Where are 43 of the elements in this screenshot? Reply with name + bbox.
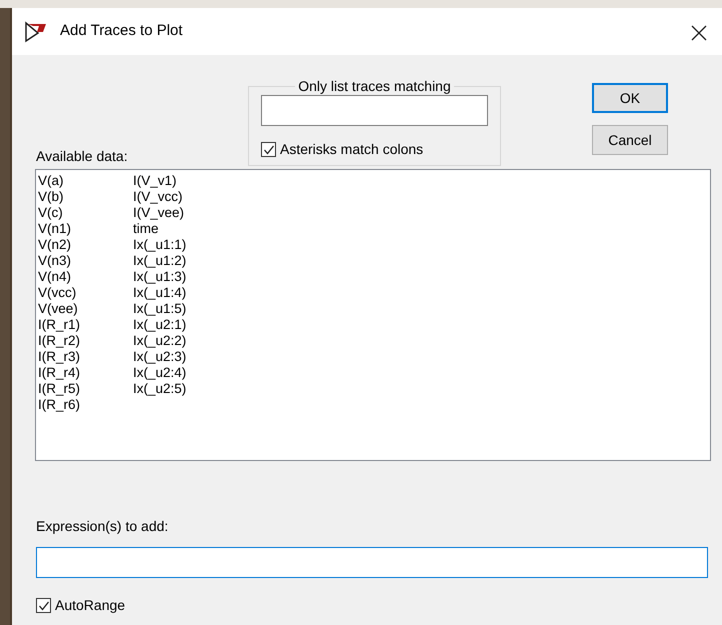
expression-label: Expression(s) to add: bbox=[36, 517, 168, 536]
list-item[interactable]: V(b) bbox=[38, 189, 64, 205]
list-item[interactable]: Ix(_u2:2) bbox=[133, 333, 186, 349]
list-item[interactable]: Ix(_u1:1) bbox=[133, 237, 186, 253]
list-item[interactable]: V(vee) bbox=[38, 301, 78, 317]
list-item[interactable]: Ix(_u1:5) bbox=[133, 301, 186, 317]
list-item[interactable]: V(n1) bbox=[38, 221, 72, 237]
list-item[interactable]: V(n2) bbox=[38, 237, 72, 253]
list-item[interactable]: V(vcc) bbox=[38, 285, 76, 301]
dialog-button[interactable]: Cancel bbox=[592, 125, 668, 155]
close-icon bbox=[691, 24, 707, 41]
filter-field[interactable] bbox=[261, 95, 488, 126]
list-item[interactable]: time bbox=[133, 221, 159, 237]
list-item[interactable]: I(R_r1) bbox=[38, 317, 80, 333]
expression-field[interactable] bbox=[36, 547, 708, 578]
list-item[interactable]: I(R_r2) bbox=[38, 333, 80, 349]
list-item[interactable]: Ix(_u1:2) bbox=[133, 253, 186, 269]
autorange-label: AutoRange bbox=[55, 596, 126, 615]
list-item[interactable]: V(n4) bbox=[38, 269, 72, 285]
dialog-button[interactable]: OK bbox=[592, 83, 668, 113]
available-data-label: Available data: bbox=[36, 147, 128, 166]
autorange-checkbox[interactable] bbox=[36, 598, 51, 613]
asterisks-label: Asterisks match colons bbox=[280, 140, 424, 159]
list-item[interactable]: I(V_vcc) bbox=[133, 189, 183, 205]
list-item[interactable]: I(R_r5) bbox=[38, 381, 80, 397]
list-item[interactable]: V(n3) bbox=[38, 253, 72, 269]
list-item[interactable]: I(R_r6) bbox=[38, 397, 80, 413]
window-title: Add Traces to Plot bbox=[60, 21, 183, 42]
list-item[interactable]: I(R_r3) bbox=[38, 349, 80, 365]
list-item[interactable]: Ix(_u1:4) bbox=[133, 285, 186, 301]
list-item[interactable]: Ix(_u2:1) bbox=[133, 317, 186, 333]
list-item[interactable]: I(V_v1) bbox=[133, 173, 177, 189]
list-item[interactable]: I(V_vee) bbox=[133, 205, 184, 221]
filter-group-label: Only list traces matching bbox=[295, 78, 454, 94]
list-item[interactable]: Ix(_u2:4) bbox=[133, 365, 186, 381]
app-logo-icon bbox=[24, 20, 48, 42]
list-item[interactable]: Ix(_u2:3) bbox=[133, 349, 186, 365]
list-item[interactable]: Ix(_u1:3) bbox=[133, 269, 186, 285]
list-item[interactable]: I(R_r4) bbox=[38, 365, 80, 381]
list-item[interactable]: Ix(_u2:5) bbox=[133, 381, 186, 397]
list-item[interactable]: V(a) bbox=[38, 173, 64, 189]
list-item[interactable]: V(c) bbox=[38, 205, 63, 221]
asterisks-checkbox[interactable] bbox=[261, 142, 276, 157]
